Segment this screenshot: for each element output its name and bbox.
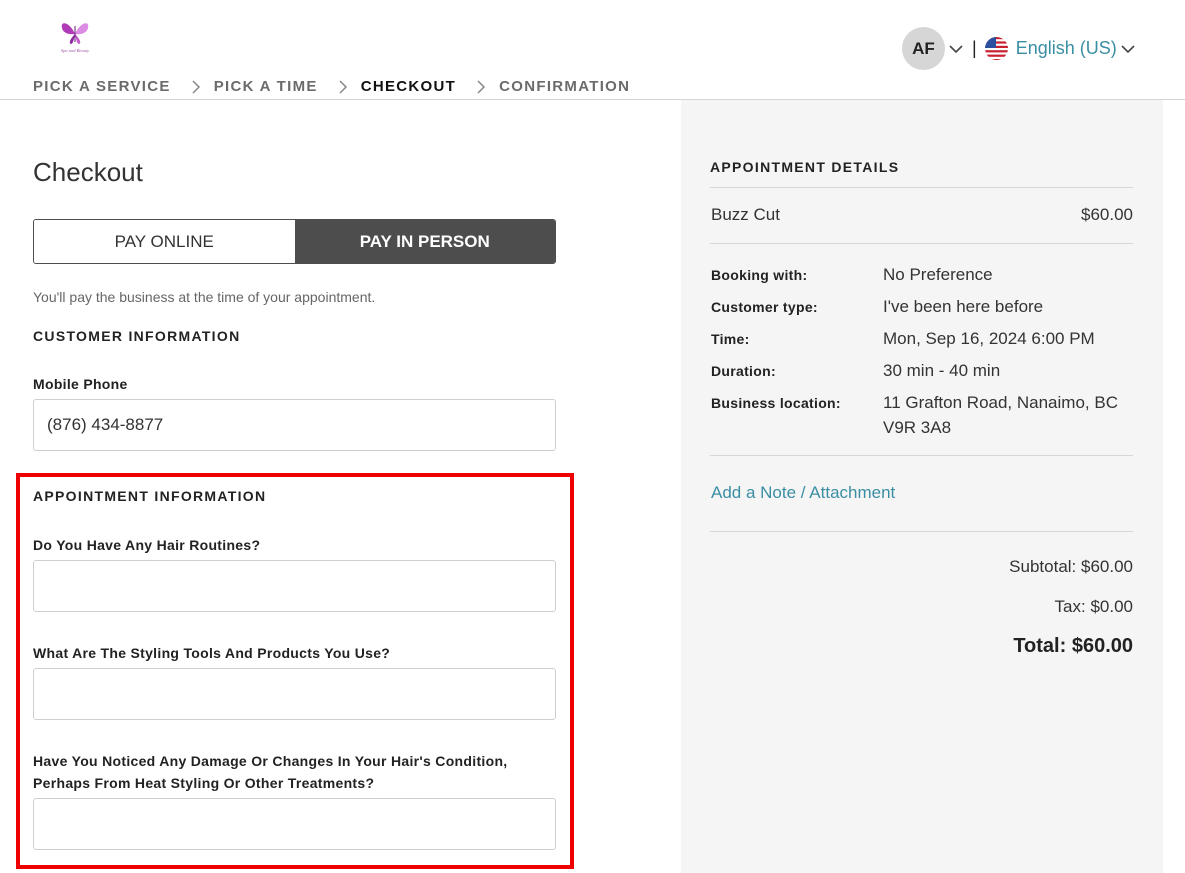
breadcrumb-confirmation: CONFIRMATION (499, 78, 631, 95)
appointment-details-heading: APPOINTMENT DETAILS (710, 159, 900, 175)
breadcrumb-pick-service[interactable]: PICK A SERVICE (33, 78, 171, 95)
total: Total: $60.00 (1013, 635, 1133, 657)
mobile-phone-label: Mobile Phone (33, 376, 128, 392)
divider (710, 243, 1133, 244)
duration-value: 30 min - 40 min (883, 361, 1001, 380)
chevron-right-icon (192, 79, 200, 94)
pay-in-person-button[interactable]: PAY IN PERSON (294, 220, 555, 263)
account-area: AF | English (US) (902, 27, 1136, 70)
pay-online-button[interactable]: PAY ONLINE (34, 220, 295, 263)
chevron-down-icon[interactable] (1120, 41, 1136, 57)
customer-type-value: I've been here before (883, 297, 1044, 316)
styling-tools-label: What Are The Styling Tools And Products … (33, 645, 391, 661)
time-label: Time: (711, 331, 750, 347)
business-logo[interactable]: Spa and Beauty (52, 14, 98, 56)
booking-with-label: Booking with: (711, 267, 808, 283)
header-separator: | (972, 38, 977, 58)
hair-routines-input[interactable] (33, 560, 556, 612)
hair-damage-label-line2: Perhaps From Heat Styling Or Other Treat… (33, 775, 375, 791)
customer-type-label: Customer type: (711, 299, 818, 315)
tax: Tax: $0.00 (1054, 597, 1133, 616)
divider (710, 187, 1133, 188)
user-avatar[interactable]: AF (902, 27, 945, 70)
divider (710, 455, 1133, 456)
appointment-info-heading: APPOINTMENT INFORMATION (33, 488, 267, 504)
service-name: Buzz Cut (711, 205, 780, 224)
subtotal: Subtotal: $60.00 (1009, 557, 1133, 576)
payment-method-toggle: PAY ONLINE PAY IN PERSON (33, 219, 556, 264)
mobile-phone-input[interactable] (33, 399, 556, 451)
booking-with-value: No Preference (883, 265, 993, 284)
business-location-line1: 11 Grafton Road, Nanaimo, BC (883, 393, 1118, 412)
language-selector[interactable]: English (US) (1016, 38, 1117, 59)
breadcrumb-pick-time[interactable]: PICK A TIME (214, 78, 318, 95)
hair-routines-label: Do You Have Any Hair Routines? (33, 537, 261, 553)
customer-info-heading: CUSTOMER INFORMATION (33, 328, 241, 344)
business-location-label: Business location: (711, 395, 841, 411)
add-note-attachment-link[interactable]: Add a Note / Attachment (711, 483, 895, 503)
service-price: $60.00 (1081, 205, 1133, 224)
styling-tools-input[interactable] (33, 668, 556, 720)
hair-damage-label-line1: Have You Noticed Any Damage Or Changes I… (33, 753, 508, 769)
chevron-down-icon[interactable] (948, 41, 964, 57)
us-flag-icon[interactable] (984, 37, 1008, 60)
duration-label: Duration: (711, 363, 776, 379)
hair-damage-input[interactable] (33, 798, 556, 850)
payment-note: You'll pay the business at the time of y… (33, 289, 376, 305)
breadcrumb-checkout: CHECKOUT (360, 78, 457, 95)
breadcrumb: PICK A SERVICE PICK A TIME CHECKOUT CONF… (33, 78, 630, 95)
time-value: Mon, Sep 16, 2024 6:00 PM (883, 329, 1095, 348)
svg-text:Spa and Beauty: Spa and Beauty (61, 48, 89, 53)
business-location-line2: V9R 3A8 (883, 418, 952, 437)
chevron-right-icon (477, 79, 486, 94)
divider (710, 531, 1133, 532)
page-title: Checkout (33, 157, 143, 187)
chevron-right-icon (339, 79, 347, 94)
